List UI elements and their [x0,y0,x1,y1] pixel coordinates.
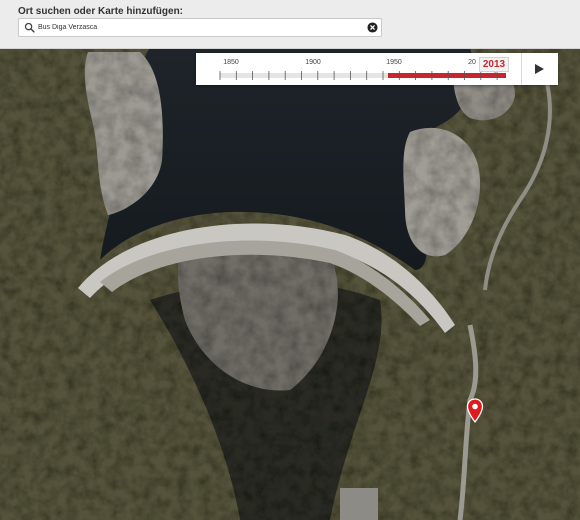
timeline-year-label: 1900 [305,59,321,66]
search-panel: Ort suchen oder Karte hinzufügen: [0,0,580,49]
satellite-map[interactable] [0,48,580,520]
search-title: Ort suchen oder Karte hinzufügen: [18,6,184,17]
timeline-selected-range [388,73,506,78]
timeline-year-label: 20 [468,59,476,66]
divider [521,53,522,85]
map-imagery [0,48,580,520]
play-icon[interactable] [533,63,545,75]
search-icon [24,22,35,33]
timeline-year-label: 1950 [386,59,402,66]
clear-icon[interactable] [367,21,378,33]
location-pin-icon[interactable] [466,398,484,424]
search-box[interactable] [18,18,382,37]
timeline-slider[interactable] [196,53,522,85]
search-input[interactable] [38,20,358,35]
timeline-year-label: 1850 [223,59,239,66]
timeline-control: 1850 1900 1950 20 2013 [196,53,558,85]
current-year-badge: 2013 [479,57,509,72]
